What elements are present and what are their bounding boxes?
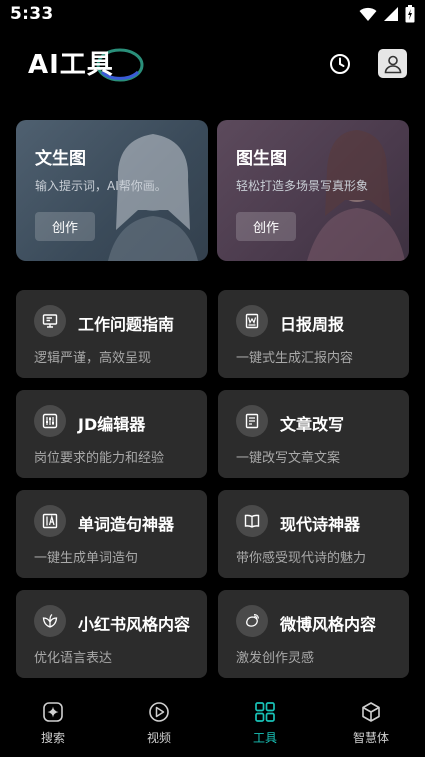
nav-label: 工具	[252, 731, 277, 745]
status-icons	[359, 5, 415, 23]
app-logo: AI工具	[28, 40, 148, 86]
hero-card-image-to-image[interactable]: 图生图 轻松打造多场景写真形象 创作	[217, 120, 409, 261]
nav-label: 搜索	[40, 731, 65, 745]
tool-card-daily-report[interactable]: 日报周报 一键式生成汇报内容	[218, 290, 409, 378]
play-icon	[147, 700, 171, 724]
status-bar: 5:33	[0, 0, 425, 30]
user-icon	[384, 55, 401, 73]
tool-card-word-sentence[interactable]: 单词造句神器 一键生成单词造句	[16, 490, 207, 578]
weibo-icon	[236, 605, 268, 637]
letter-a-icon	[34, 505, 66, 537]
profile-button[interactable]	[378, 49, 407, 78]
clock-icon	[330, 54, 350, 74]
sparkle-icon	[41, 700, 65, 724]
tool-card-xiaohongshu[interactable]: 小红书风格内容 优化语言表达	[16, 590, 207, 678]
nav-item-video[interactable]: 视频	[124, 700, 194, 746]
tool-title: 小红书风格内容	[78, 615, 191, 634]
tool-card-jd-editor[interactable]: JD编辑器 岗位要求的能力和经验	[16, 390, 207, 478]
grid-icon	[253, 700, 277, 724]
nav-item-search[interactable]: 搜索	[18, 700, 88, 746]
tool-desc: 岗位要求的能力和经验	[34, 451, 165, 466]
create-button[interactable]: 创作	[236, 212, 296, 241]
tool-desc: 优化语言表达	[34, 651, 113, 666]
tool-card-article-rewrite[interactable]: 文章改写 一键改写文章文案	[218, 390, 409, 478]
tool-card-weibo[interactable]: 微博风格内容 激发创作灵感	[218, 590, 409, 678]
hero-subtitle: 轻松打造多场景写真形象	[236, 179, 369, 193]
tool-title: 工作问题指南	[78, 315, 175, 334]
tool-title: 文章改写	[280, 415, 345, 434]
monitor-icon	[34, 305, 66, 337]
nav-label: 视频	[146, 731, 171, 745]
signal-icon	[384, 7, 398, 21]
leaf-icon	[34, 605, 66, 637]
tool-title: JD编辑器	[78, 415, 146, 434]
tool-desc: 逻辑严谨，高效呈现	[34, 351, 152, 366]
hero-title: 图生图	[236, 149, 287, 169]
hero-card-text-to-image[interactable]: 文生图 输入提示词，AI帮你画。 创作	[16, 120, 208, 261]
nav-label: 智慧体	[352, 731, 389, 745]
tool-card-work-guide[interactable]: 工作问题指南 逻辑严谨，高效呈现	[16, 290, 207, 378]
book-icon	[236, 505, 268, 537]
hero-title: 文生图	[35, 149, 86, 169]
tool-title: 日报周报	[280, 315, 345, 334]
logo-text: AI工具	[28, 50, 114, 80]
document-w-icon	[236, 305, 268, 337]
nav-item-tools[interactable]: 工具	[230, 700, 300, 746]
tool-desc: 激发创作灵感	[236, 651, 315, 666]
battery-icon	[405, 5, 415, 23]
sliders-icon	[34, 405, 66, 437]
bottom-nav: 搜索 视频 工具 智慧体	[0, 690, 425, 757]
tool-title: 微博风格内容	[280, 615, 377, 634]
cube-icon	[359, 700, 383, 724]
status-time: 5:33	[10, 4, 54, 24]
history-button[interactable]	[326, 50, 354, 78]
tool-title: 现代诗神器	[280, 515, 361, 534]
tool-desc: 一键式生成汇报内容	[236, 351, 354, 366]
wifi-icon	[359, 7, 377, 21]
tool-card-modern-poetry[interactable]: 现代诗神器 带你感受现代诗的魅力	[218, 490, 409, 578]
tool-desc: 一键生成单词造句	[34, 551, 139, 566]
hero-subtitle: 输入提示词，AI帮你画。	[35, 179, 167, 193]
nav-item-agent[interactable]: 智慧体	[336, 700, 406, 746]
tool-title: 单词造句神器	[78, 515, 175, 534]
app-header: AI工具	[0, 38, 425, 88]
tool-desc: 带你感受现代诗的魅力	[236, 551, 367, 566]
doc-edit-icon	[236, 405, 268, 437]
create-button[interactable]: 创作	[35, 212, 95, 241]
tool-desc: 一键改写文章文案	[236, 451, 341, 466]
